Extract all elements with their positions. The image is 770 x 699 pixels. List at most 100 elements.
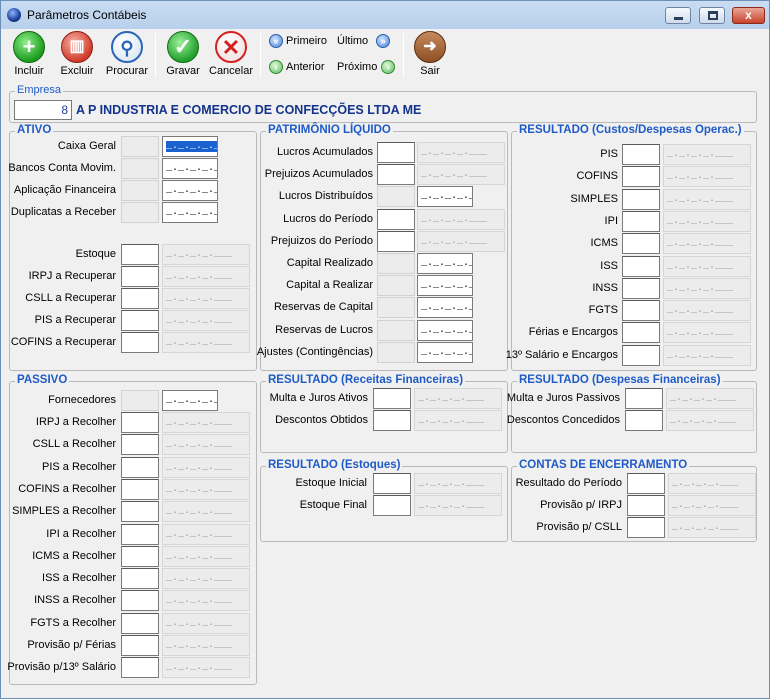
fornecedores-account-mask: _._._._.___ (166, 395, 217, 406)
ativo-group: ATIVO Caixa Geral _._._._.___ Bancos Conta… (8, 124, 257, 371)
minimize-button[interactable] (665, 7, 691, 24)
estoque-inicial-code-field[interactable] (373, 473, 411, 494)
anterior-button[interactable]: ‹ Anterior (269, 60, 325, 74)
icms-code-field[interactable] (622, 233, 660, 255)
ipi-a-recolher-account-mask: _._._._.___ (166, 528, 233, 540)
estoque-final-code-field[interactable] (373, 495, 411, 516)
encerramento-group-title: CONTAS DE ENCERRAMENTO (517, 459, 690, 471)
prejuizos-do-periodo-code-field[interactable] (377, 230, 415, 252)
irpj-a-recolher-label: IRPJ a Recolher (35, 416, 116, 428)
empresa-code-field[interactable]: 8 (14, 100, 72, 120)
estoque-inicial-label: Estoque Inicial (295, 477, 367, 489)
csll-a-recolher-code-field[interactable] (121, 434, 159, 456)
ferias-e-encargos-code-field[interactable] (622, 322, 660, 344)
irpj-a-recolher-code-field[interactable] (121, 412, 159, 433)
provisao-p-ferias-code-field[interactable] (121, 635, 159, 656)
pis-a-recolher-code-field[interactable] (121, 456, 159, 478)
pis-a-recuperar-code-field[interactable] (121, 310, 159, 331)
estoque-final-account-field: _._._._.___ (414, 495, 502, 516)
ipi-a-recolher-code-field[interactable] (121, 523, 159, 545)
main-window: Parâmetros Contábeis x + Incluir ▥ Exclu… (0, 0, 770, 699)
provisao-p-13-salario-code-field[interactable] (121, 657, 159, 679)
maximize-button[interactable] (699, 7, 725, 24)
capital-realizado-label: Capital Realizado (286, 257, 373, 269)
prejuizos-acumulados-code-field[interactable] (377, 164, 415, 186)
caixa-geral-account-field[interactable]: _._._._.___ (162, 136, 218, 157)
fornecedores-account-field[interactable]: _._._._.___ (162, 390, 218, 411)
fgts-account-field: _._._._.___ (663, 300, 751, 322)
aplicacao-financeira-account-field[interactable]: _._._._.___ (162, 180, 218, 201)
reservas-de-capital-account-mask: _._._._.___ (421, 302, 472, 314)
lucros-do-periodo-code-field[interactable] (377, 208, 415, 230)
resultado-do-periodo-account-field: _._._._.___ (668, 473, 756, 494)
ajustes-contingencias-account-field[interactable]: _._._._.___ (417, 341, 473, 363)
descontos-obtidos-code-field[interactable] (373, 410, 411, 431)
prejuizos-acumulados-account-field: _._._._.___ (417, 164, 505, 186)
iss-code-field[interactable] (622, 255, 660, 277)
reservas-de-lucros-account-field[interactable]: _._._._.___ (417, 319, 473, 341)
duplicatas-a-receber-account-field[interactable]: _._._._.___ (162, 202, 218, 223)
lucros-distribuidos-account-field[interactable]: _._._._.___ (417, 186, 473, 208)
13-salario-e-encargos-code-field[interactable] (622, 344, 660, 366)
bancos-conta-movim-account-field[interactable]: _._._._.___ (162, 158, 218, 179)
inss-a-recolher-code-field[interactable] (121, 590, 159, 612)
minimize-icon (674, 17, 683, 20)
multa-e-juros-ativos-label: Multa e Juros Ativos (269, 392, 368, 404)
provisao-p-csll-account-mask: _._._._.___ (672, 522, 739, 533)
inss-a-recolher-account-field: _._._._.___ (162, 590, 250, 612)
incluir-button[interactable]: + Incluir (9, 31, 49, 77)
estoque-code-field[interactable] (121, 244, 159, 265)
pis-code-field[interactable] (622, 144, 660, 165)
irpj-a-recuperar-code-field[interactable] (121, 266, 159, 287)
reservas-de-capital-account-field[interactable]: _._._._.___ (417, 297, 473, 319)
ultimo-button[interactable]: Último » (337, 34, 393, 48)
descontos-concedidos-code-field[interactable] (625, 410, 663, 431)
aplicacao-financeira-label: Aplicação Financeira (13, 184, 116, 196)
ferias-e-encargos-label: Férias e Encargos (528, 326, 618, 339)
gravar-button[interactable]: ✓ Gravar (163, 31, 203, 77)
toolbar-separator (260, 33, 261, 77)
estoque-account-field: _._._._.___ (162, 244, 250, 265)
inss-a-recolher-account-mask: _._._._.___ (166, 595, 233, 607)
proximo-button[interactable]: Próximo › (337, 60, 398, 74)
csll-a-recolher-account-field: _._._._.___ (162, 434, 250, 456)
lucros-acumulados-code-field[interactable] (377, 142, 415, 163)
provisao-p-irpj-code-field[interactable] (627, 495, 665, 516)
close-button[interactable]: x (732, 7, 765, 24)
iss-account-mask: _._._._.___ (667, 260, 734, 272)
iss-a-recolher-code-field[interactable] (121, 568, 159, 590)
sair-button[interactable]: ➜ Sair (413, 31, 447, 77)
icms-a-recolher-code-field[interactable] (121, 545, 159, 567)
simples-a-recolher-code-field[interactable] (121, 501, 159, 523)
cofins-a-recuperar-code-field[interactable] (121, 332, 159, 353)
trash-icon: ▥ (61, 31, 93, 63)
primeiro-button[interactable]: «Primeiro (269, 34, 327, 48)
cofins-code-field[interactable] (622, 166, 660, 188)
icms-a-recolher-label: ICMS a Recolher (32, 549, 116, 562)
fgts-code-field[interactable] (622, 300, 660, 322)
procurar-button[interactable]: ⚲ Procurar (105, 31, 149, 77)
lucros-acumulados-account-mask: _._._._.___ (421, 147, 488, 158)
cancelar-button[interactable]: ✕ Cancelar (209, 31, 253, 77)
simples-code-field[interactable] (622, 188, 660, 210)
capital-realizado-account-field[interactable]: _._._._.___ (417, 253, 473, 274)
estoque-final-label: Estoque Final (299, 499, 367, 511)
aplicacao-financeira-code-field (121, 180, 159, 201)
csll-a-recuperar-code-field[interactable] (121, 288, 159, 309)
encerramento-group: CONTAS DE ENCERRAMENTO Resultado do Perí… (511, 459, 757, 542)
provisao-p-csll-code-field[interactable] (627, 517, 665, 538)
fgts-a-recolher-code-field[interactable] (121, 612, 159, 634)
capital-a-realizar-label: Capital a Realizar (286, 279, 373, 292)
inss-code-field[interactable] (622, 277, 660, 299)
capital-a-realizar-account-field[interactable]: _._._._.___ (417, 275, 473, 297)
multa-e-juros-passivos-code-field[interactable] (625, 388, 663, 409)
resultado-do-periodo-code-field[interactable] (627, 473, 665, 494)
multa-e-juros-ativos-code-field[interactable] (373, 388, 411, 409)
ultimo-label: Último (337, 34, 369, 47)
cofins-a-recolher-code-field[interactable] (121, 478, 159, 500)
ferias-e-encargos-account-mask: _._._._.___ (667, 327, 734, 339)
excluir-button[interactable]: ▥ Excluir (57, 31, 97, 77)
lucros-distribuidos-label: Lucros Distribuídos (278, 190, 373, 203)
ipi-code-field[interactable] (622, 210, 660, 232)
duplicatas-a-receber-label: Duplicatas a Receber (10, 206, 116, 218)
